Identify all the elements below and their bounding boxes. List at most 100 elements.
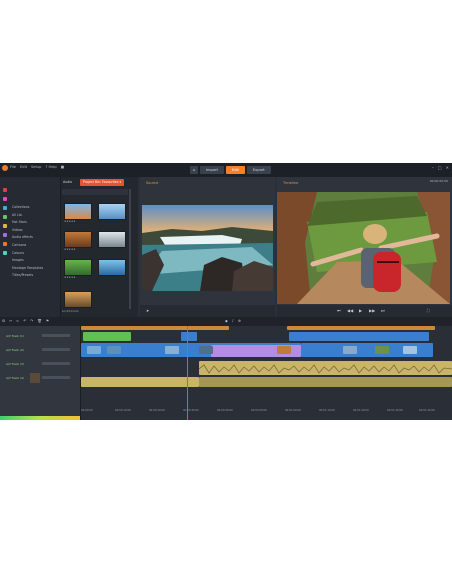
track-volume[interactable] (42, 334, 70, 337)
skip-back-icon[interactable]: ⏮ (337, 308, 341, 313)
step-back-icon[interactable]: ◀◀ (347, 308, 353, 313)
library-scrollbar[interactable] (129, 189, 131, 309)
source-player-title: Source (146, 181, 159, 185)
category-item[interactable]: Cartoons (12, 242, 43, 250)
tab-export[interactable]: Export (246, 166, 271, 174)
tab-edit[interactable]: Edit (225, 166, 245, 174)
track-name[interactable]: A/V Track (3) (6, 362, 24, 366)
track-lanes (81, 326, 452, 420)
timecode-display: 00:00:00:00 (429, 179, 448, 183)
category-item[interactable]: All Lib. (12, 212, 43, 220)
ruler-tick: 00:01:00:00 (285, 409, 301, 412)
title-icon[interactable] (3, 242, 7, 246)
library-tab-label[interactable]: Audio (63, 180, 72, 184)
waterfall-landscape (142, 205, 273, 291)
source-preview-image[interactable] (142, 205, 273, 291)
category-item[interactable]: Images (12, 257, 43, 265)
undo-icon[interactable]: ↶ (23, 319, 26, 323)
settings-icon[interactable]: ⚙ (2, 319, 5, 323)
favorite-icon[interactable] (3, 197, 7, 201)
track-thumbnail (30, 373, 40, 383)
step-forward-icon[interactable]: ▶▶ (369, 308, 375, 313)
audio-clip[interactable] (198, 361, 452, 375)
audio-clip[interactable] (81, 377, 199, 387)
menu-file[interactable]: File (10, 165, 16, 169)
fullscreen-icon[interactable]: ⛶ (427, 308, 430, 313)
project-bin-button[interactable]: Project Bin: Favourites ▾ (80, 179, 125, 186)
category-item[interactable]: Titles/Presets (12, 272, 43, 280)
transition-icon[interactable] (3, 233, 7, 237)
menu-setup[interactable]: Setup (31, 165, 41, 169)
thumbnail-rating: ★★★★★ (64, 276, 76, 279)
skip-forward-icon[interactable]: ⏭ (381, 308, 385, 313)
timeline-player-title: Timeline (283, 181, 299, 185)
video-icon[interactable] (3, 206, 7, 210)
media-thumbnail[interactable] (64, 291, 92, 308)
media-thumbnail[interactable] (98, 203, 126, 220)
track-name[interactable]: A/V Track (1) (6, 334, 24, 338)
menu-extra[interactable]: ■ (61, 165, 64, 169)
home-icon[interactable]: ⌂ (190, 166, 198, 174)
category-item[interactable]: Videos (12, 227, 43, 235)
hiker-canyon-scene (277, 192, 450, 304)
audio-icon[interactable] (3, 215, 7, 219)
redo-icon[interactable]: ↷ (30, 319, 33, 323)
category-item[interactable]: Collections (12, 204, 43, 212)
category-item[interactable]: Colours (12, 250, 43, 258)
track-name[interactable]: A/V Track (2) (6, 348, 24, 352)
minimize-icon[interactable]: – (432, 165, 434, 170)
audio-clip[interactable] (199, 377, 452, 387)
delete-icon[interactable]: 🗑 (37, 319, 42, 323)
category-item[interactable]: Audio effects (12, 234, 43, 242)
timeline-marker-bar[interactable] (287, 326, 435, 330)
source-player: Source ➤ (140, 177, 275, 317)
timeline-clip[interactable] (289, 332, 429, 341)
menu-help[interactable]: ? Help (45, 165, 56, 169)
ruler-tick: 00:01:40:00 (419, 409, 435, 412)
mode-tabs: ⌂ Import Edit Export (190, 166, 271, 174)
marker-icon[interactable]: ⚑ (46, 319, 49, 323)
timeline-clip[interactable] (83, 332, 131, 341)
track-volume[interactable] (42, 348, 70, 351)
media-thumbnail[interactable] (64, 259, 92, 276)
media-thumbnail[interactable] (64, 203, 92, 220)
media-thumbnail[interactable] (98, 231, 126, 248)
app-logo-icon (2, 165, 8, 171)
title-bar: File Edit Setup ? Help ■ ⌂ Import Edit E… (0, 163, 452, 177)
close-icon[interactable]: ✕ (446, 165, 449, 170)
clip-thumbnail (277, 346, 291, 354)
maximize-icon[interactable]: □ (438, 165, 442, 170)
razor-icon[interactable]: ✂ (9, 319, 12, 323)
category-item[interactable]: Hot Stars (12, 219, 43, 227)
collection-icon[interactable] (3, 188, 7, 192)
timeline-marker-bar[interactable] (81, 326, 229, 330)
timeline-clip[interactable] (181, 332, 197, 341)
timeline-ruler[interactable]: 00:00:00 00:00:10:00 00:00:20:00 00:00:3… (81, 409, 452, 417)
track-name[interactable]: A/V Track (4) (6, 376, 24, 380)
effects-icon[interactable] (3, 224, 7, 228)
menu-icon[interactable] (3, 251, 7, 255)
ruler-tick: 00:00:40:00 (217, 409, 233, 412)
menu-edit[interactable]: Edit (20, 165, 27, 169)
media-thumbnail[interactable] (64, 231, 92, 248)
audio-mixer-icon[interactable]: ♪ (232, 319, 234, 323)
play-icon[interactable]: ▶ (359, 308, 362, 313)
zoom-icon[interactable]: ⊕ (238, 319, 241, 323)
library-category-list: Collections All Lib. Hot Stars Videos Au… (0, 177, 61, 317)
tab-import[interactable]: Import (200, 166, 224, 174)
audio-level-meter (0, 416, 80, 420)
track-volume[interactable] (42, 362, 70, 365)
category-item[interactable]: Montage Templates (12, 265, 43, 273)
clip-thumbnail (107, 346, 121, 354)
track-volume[interactable] (42, 376, 70, 379)
playhead[interactable] (187, 326, 188, 420)
lock-icon[interactable]: ◆ (225, 319, 228, 323)
ruler-tick: 00:00:20:00 (149, 409, 165, 412)
timeline-toolbar: ⚙ ✂ ⊂ ↶ ↷ 🗑 ⚑ ◆ ♪ ⊕ (0, 317, 452, 326)
library-toolbar (62, 189, 128, 195)
magnet-icon[interactable]: ⊂ (16, 319, 19, 323)
media-thumbnail[interactable] (98, 259, 126, 276)
ruler-tick: 00:01:30:00 (387, 409, 403, 412)
timeline-preview-image[interactable] (277, 192, 450, 304)
pointer-icon[interactable]: ➤ (146, 308, 149, 313)
